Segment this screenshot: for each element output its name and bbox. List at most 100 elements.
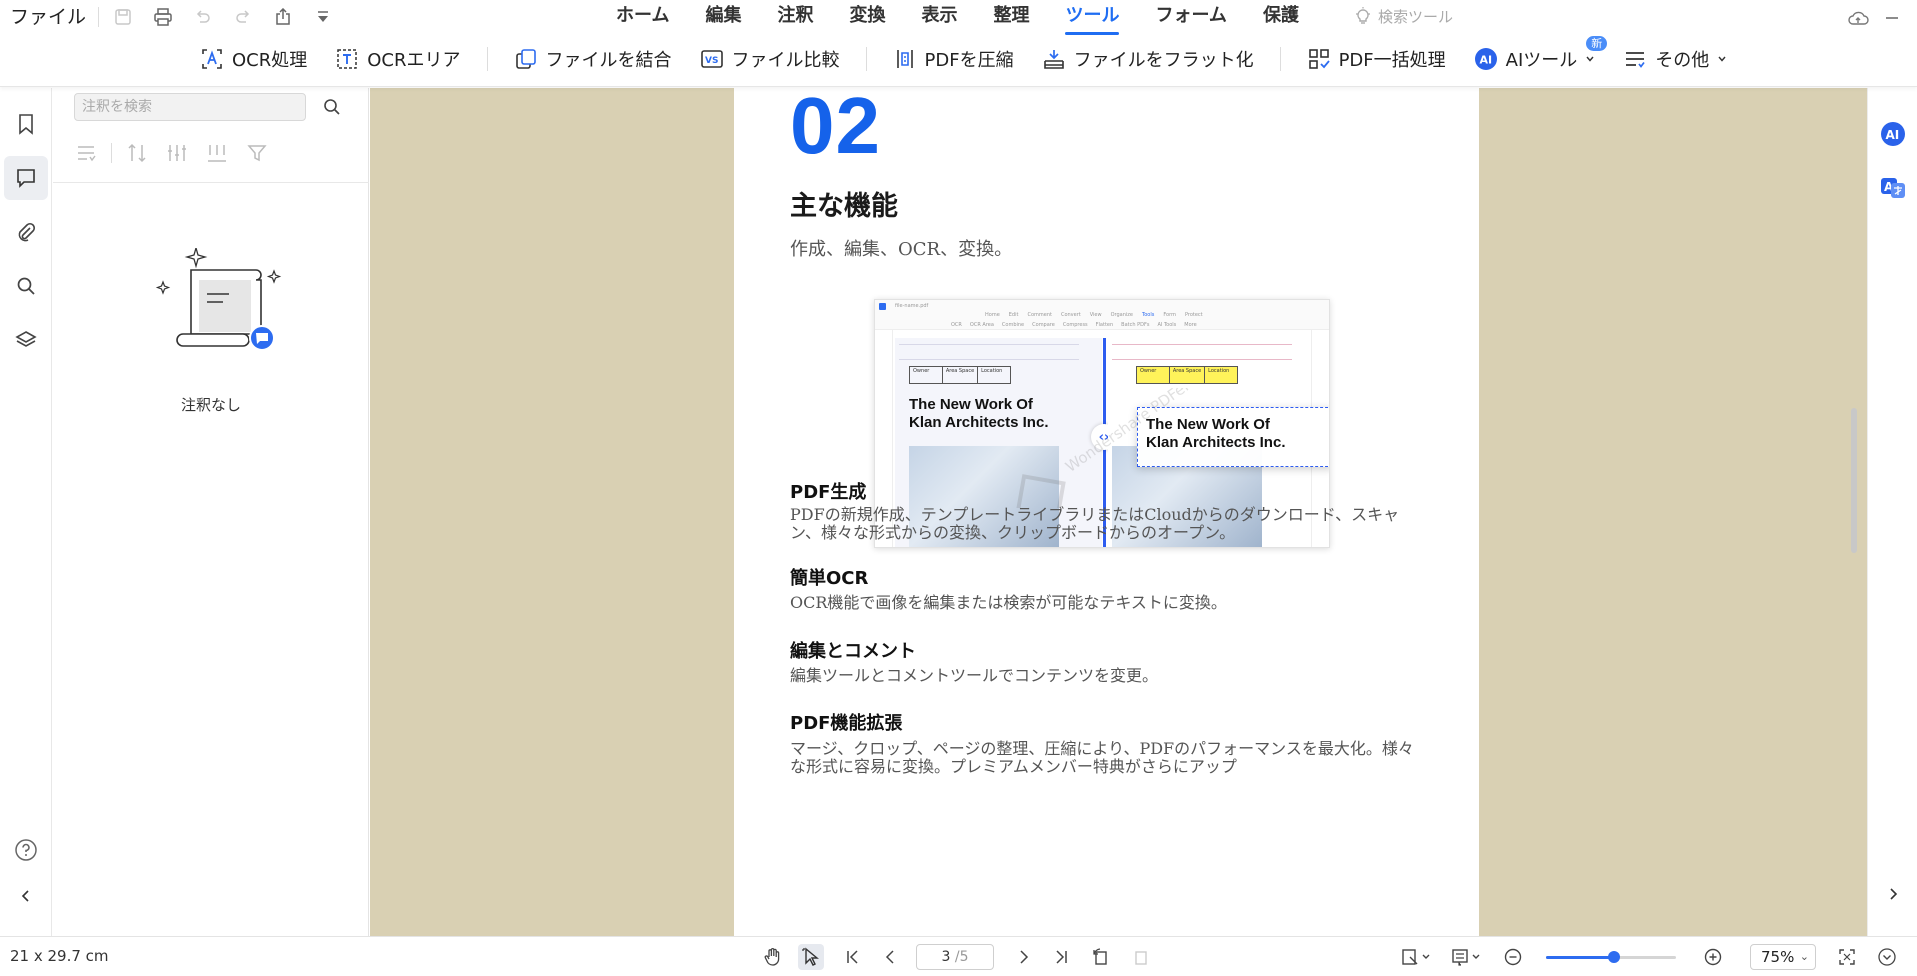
empty-annotations-text: 注釈なし [180,396,241,414]
svg-text:AI: AI [1479,54,1492,67]
annotation-tools-separator [111,143,112,163]
search-icon[interactable] [4,264,48,308]
left-rail [0,88,52,936]
collapse-panel-icon[interactable] [4,874,48,918]
screenshot-tool: More [1184,322,1197,328]
select-tool-icon[interactable] [798,944,824,970]
tab-protect[interactable]: 保護 [1245,2,1317,32]
comment-icon[interactable] [4,156,48,200]
ai-tools-button[interactable]: AI AIツール 新 [1460,36,1610,76]
batch-button[interactable]: PDF一括処理 [1293,42,1460,76]
screenshot-menu-item: Organize [1110,312,1134,318]
hand-tool-icon[interactable] [760,944,786,970]
pdf-page[interactable]: 02 主な機能 作成、編集、OCR、変換。 file-name.pdf Home… [734,88,1479,936]
view-mode-dropdown[interactable] [1448,944,1488,970]
tab-comment[interactable]: 注釈 [759,2,831,32]
search-icon[interactable] [320,95,344,119]
svg-text:AI: AI [1886,128,1900,142]
bookmark-icon[interactable] [4,102,48,146]
ocr-area-label: OCRエリア [367,50,461,71]
tools-toolbar: OCR処理 OCRエリア ファイルを結合 VS ファイル比較 PDFを圧縮 ファ… [186,36,1741,76]
collapse-statusbar-icon[interactable] [1874,944,1900,970]
flatten-label: ファイルをフラット化 [1073,50,1254,71]
screenshot-menu-item: Edit [1008,312,1019,318]
toolbar-separator [1279,47,1281,71]
ocr-area-button[interactable]: OCRエリア [321,42,474,76]
ai-assistant-icon[interactable]: AI [1877,118,1909,150]
previous-page-icon[interactable] [878,944,904,970]
feature-description: 編集ツールとコメントツールでコンテンツを変更。 [790,666,1159,685]
screenshot-table-highlighted: Owner Area Space Location [1136,366,1238,384]
more-button[interactable]: その他 [1609,42,1741,76]
batch-icon [1307,47,1331,71]
fullscreen-icon[interactable] [1834,944,1860,970]
zoom-slider[interactable] [1546,951,1676,963]
ocr-button[interactable]: OCR処理 [186,42,321,76]
rotate-page-icon[interactable] [1088,944,1114,970]
annotation-search-input[interactable] [74,93,306,121]
zoom-out-icon[interactable] [1500,944,1526,970]
file-menu[interactable]: ファイル [10,4,86,30]
screenshot-text-lines-changed [1112,344,1292,360]
collapse-all-icon[interactable] [202,138,232,168]
compress-button[interactable]: PDFを圧縮 [879,42,1028,76]
tab-form[interactable]: フォーム [1137,2,1244,32]
page-display-dropdown[interactable] [1398,944,1438,970]
search-tools-button[interactable]: 検索ツール [1354,4,1453,28]
list-view-icon[interactable] [71,138,101,168]
chevron-down-icon: ⌄ [1799,950,1809,963]
zoom-level-value: 75% [1761,948,1795,966]
last-page-icon[interactable] [1048,944,1074,970]
screenshot-menu-item: Comment [1027,312,1052,318]
tab-organize[interactable]: 整理 [975,2,1047,32]
share-icon[interactable] [270,4,296,30]
save-icon[interactable] [110,4,136,30]
right-rail: AI A [1867,88,1917,936]
screenshot-table-header: Area Space [943,367,979,383]
first-page-icon[interactable] [840,944,866,970]
document-viewer[interactable]: 02 主な機能 作成、編集、OCR、変換。 file-name.pdf Home… [370,88,1867,936]
tab-home[interactable]: ホーム [598,2,687,32]
filter-icon[interactable] [242,138,272,168]
flatten-button[interactable]: ファイルをフラット化 [1028,42,1268,76]
page-number-input[interactable]: 3 /5 [916,944,994,970]
tab-edit[interactable]: 編集 [687,2,759,32]
next-page-icon[interactable] [1010,944,1036,970]
customize-dropdown-icon[interactable] [310,4,336,30]
zoom-slider-handle[interactable] [1607,951,1620,963]
translate-icon[interactable]: A [1877,172,1909,204]
app-logo-icon [879,303,886,310]
help-icon[interactable] [4,828,48,872]
screenshot-title-right: The New Work Of Klan Architects Inc. [1146,416,1286,451]
ocr-area-icon [335,47,359,71]
fit-page-icon[interactable] [1128,944,1154,970]
minimize-icon[interactable] [1880,6,1904,30]
tab-view[interactable]: 表示 [903,2,975,32]
feature-description: OCR機能で画像を編集または検索が可能なテキストに変換。 [790,593,1227,612]
sort-icon[interactable] [122,138,152,168]
combine-button[interactable]: ファイルを結合 [500,42,686,76]
total-pages: /5 [954,949,969,965]
screenshot-table-header: Location [981,368,1003,374]
redo-icon[interactable] [230,4,256,30]
attachment-icon[interactable] [4,210,48,254]
layers-icon[interactable] [4,318,48,362]
selected-text-box: The New Work Of Klan Architects Inc. [1137,407,1329,467]
compare-icon: VS [700,47,724,71]
screenshot-menu-item: Protect [1184,312,1203,318]
tab-tools[interactable]: ツール [1047,2,1137,35]
zoom-level-select[interactable]: 75% ⌄ [1750,944,1816,970]
svg-text:VS: VS [705,56,718,66]
vertical-scrollbar[interactable] [1851,408,1857,553]
zoom-in-icon[interactable] [1700,944,1726,970]
expand-all-icon[interactable] [162,138,192,168]
ai-tools-label: AIツール [1505,50,1578,71]
undo-icon[interactable] [190,4,216,30]
tab-convert[interactable]: 変換 [831,2,903,32]
screenshot-titlebar: file-name.pdf Home Edit Comment Convert … [875,300,1329,330]
compare-button[interactable]: VS ファイル比較 [686,42,854,76]
cloud-upload-icon[interactable] [1846,6,1870,30]
print-icon[interactable] [150,4,176,30]
expand-right-panel-icon[interactable] [1877,878,1909,910]
screenshot-menu-item: Home [985,312,1000,318]
